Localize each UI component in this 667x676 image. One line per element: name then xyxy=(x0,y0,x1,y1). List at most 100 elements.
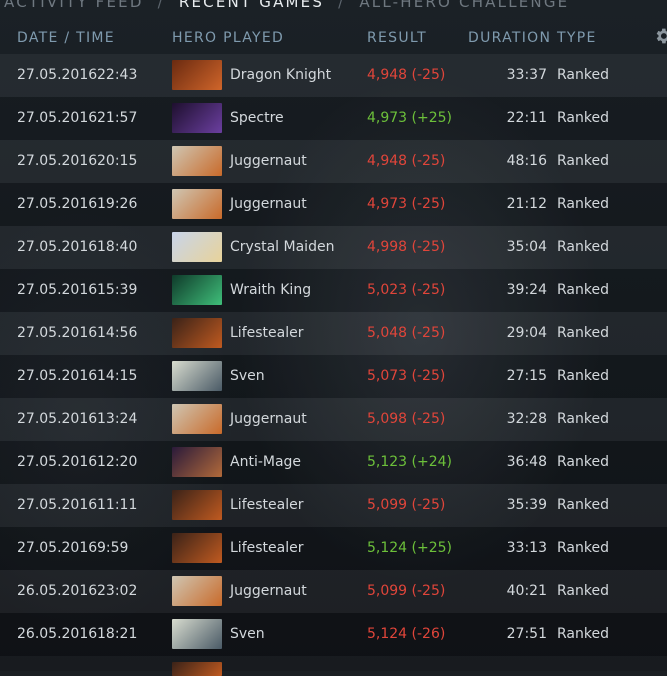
table-header: Date / Time Hero Played Result Duration … xyxy=(0,22,667,54)
match-date: 27.05.2016 xyxy=(17,67,98,83)
table-row[interactable]: 27.05.2016 11:11 Lifestealer 5,099 (-25) 35:… xyxy=(0,484,667,527)
match-date: 27.05.2016 xyxy=(17,282,98,298)
hero-name: Juggernaut xyxy=(230,583,307,599)
hero-name: Crystal Maiden xyxy=(230,239,335,255)
match-time: 19:26 xyxy=(97,196,138,212)
hero-portrait xyxy=(172,103,222,133)
hero-name: Juggernaut xyxy=(230,153,307,169)
match-type: Ranked xyxy=(557,110,609,126)
tab-all-hero-challenge[interactable]: All-Hero Challenge xyxy=(355,0,573,11)
hero-portrait xyxy=(172,361,222,391)
match-date: 26.05.2016 xyxy=(17,626,98,642)
match-type: Ranked xyxy=(557,325,609,341)
header-date-time[interactable]: Date / Time xyxy=(17,30,115,46)
match-date: 27.05.2016 xyxy=(17,454,98,470)
match-date: 27.05.2016 xyxy=(17,196,98,212)
match-type: Ranked xyxy=(557,239,609,255)
hero-portrait xyxy=(172,533,222,563)
hero-name: Juggernaut xyxy=(230,411,307,427)
match-time: 14:56 xyxy=(97,325,138,341)
match-type: Ranked xyxy=(557,153,609,169)
match-type: Ranked xyxy=(557,282,609,298)
match-date: 27.05.2016 xyxy=(17,325,98,341)
match-time: 11:11 xyxy=(97,497,138,513)
match-time: 18:21 xyxy=(97,626,138,642)
hero-portrait xyxy=(172,60,222,90)
match-result: 5,073 (-25) xyxy=(367,368,446,384)
match-type: Ranked xyxy=(557,583,609,599)
match-duration: 39:24 xyxy=(506,282,547,298)
match-type: Ranked xyxy=(557,454,609,470)
hero-portrait xyxy=(172,619,222,649)
table-row[interactable]: 27.05.2016 21:57 Spectre 4,973 (+25) 22:11 Ra… xyxy=(0,97,667,140)
match-duration: 33:37 xyxy=(506,67,547,83)
match-date: 27.05.2016 xyxy=(17,239,98,255)
hero-portrait xyxy=(172,662,222,676)
table-row[interactable]: 27.05.2016 14:15 Sven 5,073 (-25) 27:15 Ranke… xyxy=(0,355,667,398)
table-row[interactable]: 27.05.2016 12:20 Anti-Mage 5,123 (+24) 36:48… xyxy=(0,441,667,484)
header-type[interactable]: Type xyxy=(557,30,597,46)
table-row[interactable]: 27.05.2016 19:26 Juggernaut 4,973 (-25) 21:1… xyxy=(0,183,667,226)
match-duration: 35:39 xyxy=(506,497,547,513)
tab-separator: / xyxy=(157,0,165,11)
table-row[interactable] xyxy=(0,656,667,676)
match-result: 5,098 (-25) xyxy=(367,411,446,427)
header-result[interactable]: Result xyxy=(367,30,427,46)
match-time: 12:20 xyxy=(97,454,138,470)
match-type: Ranked xyxy=(557,540,609,556)
match-result: 4,973 (-25) xyxy=(367,196,446,212)
table-row[interactable]: 27.05.2016 18:40 Crystal Maiden 4,998 (-25)… xyxy=(0,226,667,269)
table-row[interactable]: 27.05.2016 14:56 Lifestealer 5,048 (-25) 29:… xyxy=(0,312,667,355)
match-time: 20:15 xyxy=(97,153,138,169)
match-result: 4,948 (-25) xyxy=(367,153,446,169)
match-result: 5,123 (+24) xyxy=(367,454,452,470)
table-row[interactable]: 27.05.2016 15:39 Wraith King 5,023 (-25) 39:… xyxy=(0,269,667,312)
header-duration[interactable]: Duration xyxy=(468,30,551,46)
tab-separator: / xyxy=(338,0,346,11)
table-row[interactable]: 27.05.2016 13:24 Juggernaut 5,098 (-25) 32:2… xyxy=(0,398,667,441)
hero-name: Lifestealer xyxy=(230,325,304,341)
table-row[interactable]: 26.05.2016 18:21 Sven 5,124 (-26) 27:51 Ranke… xyxy=(0,613,667,656)
match-duration: 48:16 xyxy=(506,153,547,169)
match-duration: 27:15 xyxy=(506,368,547,384)
table-row[interactable]: 27.05.2016 22:43 Dragon Knight 4,948 (-25) 3… xyxy=(0,54,667,97)
match-time: 9:59 xyxy=(97,540,129,556)
match-time: 13:24 xyxy=(97,411,138,427)
match-date: 27.05.2016 xyxy=(17,497,98,513)
match-duration: 29:04 xyxy=(506,325,547,341)
match-result: 5,124 (-26) xyxy=(367,626,446,642)
section-tabs: Activity Feed / Recent Games / All-Hero … xyxy=(0,0,573,12)
recent-games-panel: Activity Feed / Recent Games / All-Hero … xyxy=(0,0,667,676)
hero-portrait xyxy=(172,275,222,305)
match-result: 5,124 (+25) xyxy=(367,540,452,556)
match-result: 4,998 (-25) xyxy=(367,239,446,255)
hero-name: Sven xyxy=(230,626,265,642)
hero-portrait xyxy=(172,232,222,262)
match-type: Ranked xyxy=(557,368,609,384)
match-time: 22:43 xyxy=(97,67,138,83)
match-date: 27.05.2016 xyxy=(17,153,98,169)
hero-portrait xyxy=(172,576,222,606)
hero-portrait xyxy=(172,490,222,520)
match-type: Ranked xyxy=(557,626,609,642)
match-result: 5,048 (-25) xyxy=(367,325,446,341)
gear-icon[interactable] xyxy=(653,26,667,46)
match-time: 21:57 xyxy=(97,110,138,126)
hero-portrait xyxy=(172,318,222,348)
games-list: 27.05.2016 22:43 Dragon Knight 4,948 (-25) 3… xyxy=(0,54,667,656)
match-type: Ranked xyxy=(557,67,609,83)
match-duration: 32:28 xyxy=(506,411,547,427)
table-row[interactable]: 27.05.2016 20:15 Juggernaut 4,948 (-25) 48:1… xyxy=(0,140,667,183)
tab-activity-feed[interactable]: Activity Feed xyxy=(0,0,148,11)
hero-portrait xyxy=(172,447,222,477)
match-duration: 22:11 xyxy=(506,110,547,126)
match-result: 5,023 (-25) xyxy=(367,282,446,298)
match-result: 5,099 (-25) xyxy=(367,583,446,599)
header-hero-played[interactable]: Hero Played xyxy=(172,30,284,46)
table-row[interactable]: 27.05.2016 9:59 Lifestealer 5,124 (+25) 33:1… xyxy=(0,527,667,570)
tab-recent-games[interactable]: Recent Games xyxy=(175,0,328,11)
match-type: Ranked xyxy=(557,196,609,212)
match-time: 23:02 xyxy=(97,583,138,599)
match-type: Ranked xyxy=(557,497,609,513)
table-row[interactable]: 26.05.2016 23:02 Juggernaut 5,099 (-25) 40:2… xyxy=(0,570,667,613)
